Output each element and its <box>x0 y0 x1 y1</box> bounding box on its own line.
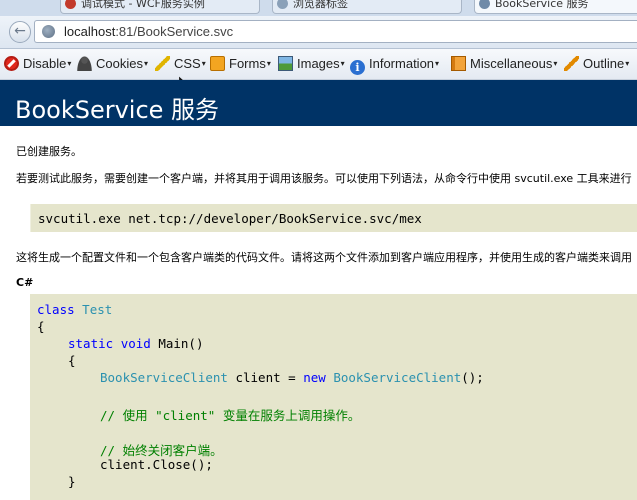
outline-icon <box>564 56 579 71</box>
code-type: BookServiceClient <box>333 370 462 385</box>
code-line: } <box>68 474 76 489</box>
code-line: client.Close(); <box>100 457 213 472</box>
globe-icon <box>42 25 55 38</box>
page-header: BookService 服务 <box>0 80 637 126</box>
code-line: { <box>37 319 45 334</box>
miscellaneous-label: Miscellaneous <box>470 56 553 71</box>
url-text: localhost:81/BookService.svc <box>64 24 233 39</box>
tab-favicon-icon <box>277 0 288 9</box>
code-comment: // 使用 "client" 变量在服务上调用操作。 <box>100 408 361 423</box>
browser-tab[interactable]: 浏览器标签 <box>272 0 462 14</box>
information-label: Information <box>369 56 435 71</box>
chevron-down-icon: ▾ <box>625 59 630 68</box>
generate-note-text: 这将生成一个配置文件和一个包含客户端类的代码文件。请将这两个文件添加到客户端应用… <box>16 251 632 264</box>
cookies-menu[interactable]: Cookies▾ <box>77 55 148 73</box>
code-text: (); <box>461 370 484 385</box>
misc-icon <box>451 56 466 71</box>
code-type: Test <box>82 302 113 317</box>
code-keyword: new <box>303 370 326 385</box>
back-arrow-icon: ← <box>14 23 26 39</box>
service-created-text: 已创建服务。 <box>16 145 82 158</box>
url-host: localhost <box>64 24 116 39</box>
page-content: 已创建服务。 若要测试此服务，需要创建一个客户端，并将其用于调用该服务。可以使用… <box>0 126 637 500</box>
language-heading: C# <box>16 276 34 289</box>
browser-tab-active[interactable]: BookService 服务 <box>474 0 637 14</box>
chevron-down-icon: ▾ <box>553 59 558 68</box>
back-button[interactable]: ← <box>9 21 31 43</box>
code-keyword: class <box>37 302 75 317</box>
code-keyword: void <box>120 336 151 351</box>
page-title: BookService 服务 <box>15 96 220 124</box>
tab-label: 浏览器标签 <box>293 0 348 10</box>
code-line: BookServiceClient client = new BookServi… <box>100 370 484 385</box>
code-sample-box: class Test { static void Main() { BookSe… <box>30 294 637 500</box>
chevron-down-icon: ▾ <box>435 59 440 68</box>
disable-icon <box>4 56 19 71</box>
tab-label: 调试模式 - WCF服务实例 <box>81 0 205 10</box>
css-label: CSS <box>174 56 201 71</box>
intro-text: 若要测试此服务，需要创建一个客户端，并将其用于调用该服务。可以使用下列语法，从命… <box>16 172 632 185</box>
images-label: Images <box>297 56 340 71</box>
forms-label: Forms <box>229 56 266 71</box>
code-text: client = <box>235 370 304 385</box>
tab-label: BookService 服务 <box>495 0 589 10</box>
command-box: svcutil.exe net.tcp://developer/BookServ… <box>30 204 637 232</box>
tab-favicon-icon <box>65 0 76 9</box>
chevron-down-icon: ▾ <box>67 59 72 68</box>
forms-icon <box>210 56 225 71</box>
chevron-down-icon: ▾ <box>266 59 271 68</box>
outline-menu[interactable]: Outline▾ <box>564 55 629 73</box>
address-bar[interactable]: localhost:81/BookService.svc <box>34 20 637 43</box>
navigation-bar: ← localhost:81/BookService.svc <box>0 16 637 49</box>
code-text: Main() <box>158 336 204 351</box>
code-type: BookServiceClient <box>100 370 228 385</box>
svcutil-command: svcutil.exe net.tcp://developer/BookServ… <box>38 211 422 226</box>
outline-label: Outline <box>583 56 625 71</box>
code-line: { <box>68 353 76 368</box>
css-menu[interactable]: CSS▾ <box>155 55 206 73</box>
miscellaneous-menu[interactable]: Miscellaneous▾ <box>451 55 557 73</box>
chevron-down-icon: ▾ <box>201 59 206 68</box>
chevron-down-icon: ▾ <box>340 59 345 68</box>
url-path: :81/BookService.svc <box>115 24 234 39</box>
disable-label: Disable <box>23 56 67 71</box>
forms-menu[interactable]: Forms▾ <box>210 55 271 73</box>
images-icon <box>278 56 293 71</box>
cookies-label: Cookies <box>96 56 143 71</box>
tab-favicon-icon <box>479 0 490 9</box>
cookies-icon <box>77 56 92 71</box>
web-developer-toolbar: Disable▾ Cookies▾ CSS▾ Forms▾ Images▾ iI… <box>0 49 637 80</box>
disable-menu[interactable]: Disable▾ <box>4 55 71 73</box>
code-keyword: static <box>68 336 114 351</box>
information-menu[interactable]: i Information▾ <box>350 55 440 75</box>
code-line: class Test <box>37 302 112 317</box>
browser-tab[interactable]: 调试模式 - WCF服务实例 <box>60 0 260 14</box>
code-line: static void Main() <box>68 336 203 351</box>
chevron-down-icon: ▾ <box>143 59 148 68</box>
images-menu[interactable]: Images▾ <box>278 55 345 73</box>
css-icon <box>155 56 170 71</box>
info-icon: i <box>350 60 365 75</box>
tab-strip: 调试模式 - WCF服务实例 浏览器标签 BookService 服务 <box>0 0 637 16</box>
